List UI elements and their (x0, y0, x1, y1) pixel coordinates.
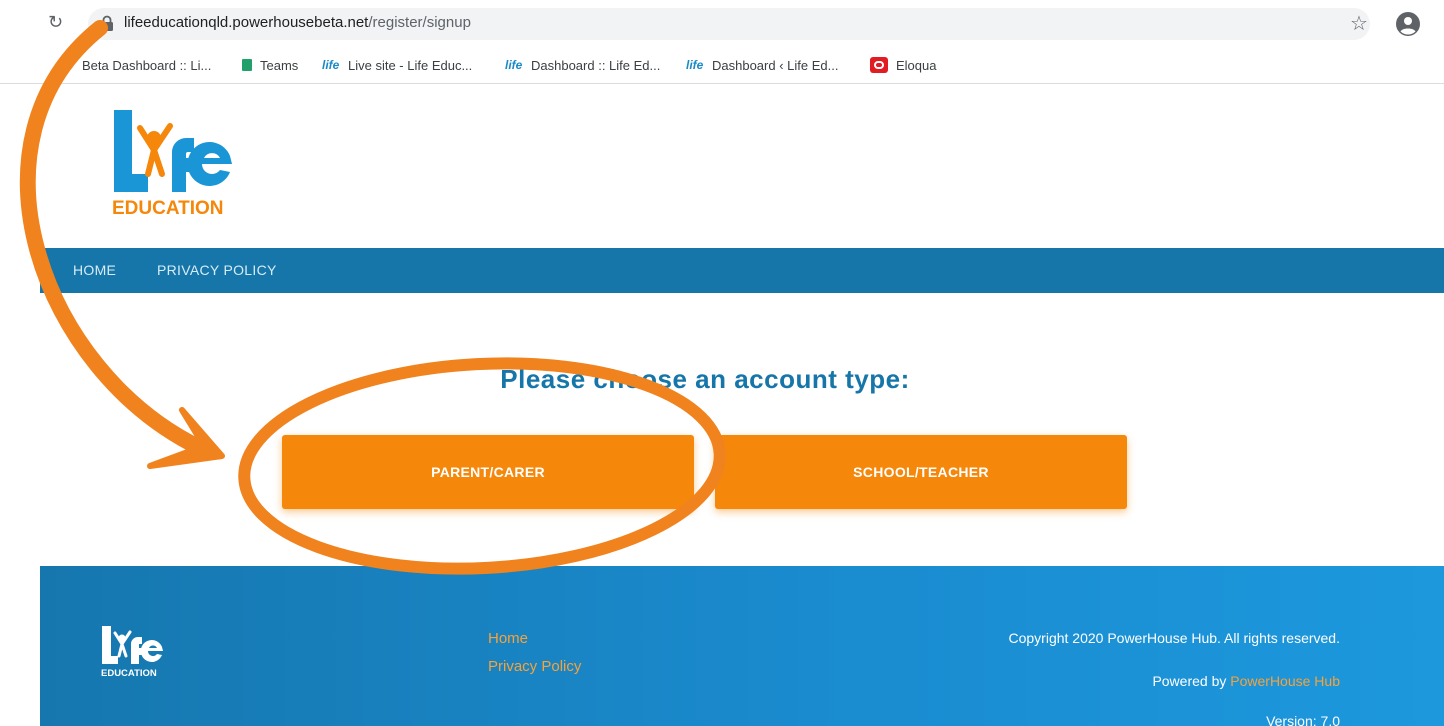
bookmark-dashboard-1[interactable]: life Dashboard :: Life Ed... (505, 55, 660, 75)
parent-carer-button[interactable]: PARENT/CARER (282, 435, 694, 509)
school-teacher-button[interactable]: SCHOOL/TEACHER (715, 435, 1127, 509)
footer-link-privacy-policy[interactable]: Privacy Policy (488, 658, 581, 675)
life-education-favicon: life (322, 58, 340, 72)
teams-favicon (242, 59, 252, 71)
bookmark-star-icon[interactable]: ☆ (1350, 11, 1368, 36)
bookmark-live-site[interactable]: life Live site - Life Educ... (322, 55, 472, 75)
life-education-favicon: life (686, 58, 704, 72)
bookmark-eloqua[interactable]: Eloqua (870, 55, 936, 75)
page-title: Please choose an account type: (500, 364, 910, 394)
url-domain: lifeeducationqld.powerhousebeta.net (124, 14, 369, 31)
site-footer (40, 566, 1444, 726)
footer-logo-sub: EDUCATION (101, 668, 157, 679)
lock-icon (101, 15, 113, 31)
bookmark-label: Live site - Life Educ... (348, 57, 473, 73)
browser-toolbar: ↻ lifeeducationqld.powerhousebeta.net/re… (0, 0, 1444, 48)
url-text[interactable]: lifeeducationqld.powerhousebeta.net/regi… (124, 14, 471, 31)
bookmark-teams[interactable]: Teams (238, 55, 298, 75)
footer-version: Version: 7.0 (1266, 713, 1340, 726)
footer-copyright: Copyright 2020 PowerHouse Hub. All right… (1008, 630, 1340, 646)
footer-link-home[interactable]: Home (488, 630, 528, 647)
powered-by-prefix: Powered by (1152, 673, 1227, 689)
logo-sub-text: EDUCATION (112, 198, 224, 218)
eloqua-favicon (870, 57, 888, 73)
bookmark-label: Dashboard ‹ Life Ed... (712, 57, 839, 73)
reload-icon[interactable]: ↻ (48, 12, 63, 33)
annotation-arrow-head (147, 407, 225, 469)
account-icon[interactable] (1396, 12, 1420, 36)
page: ↻ lifeeducationqld.powerhousebeta.net/re… (0, 0, 1444, 726)
bookmark-beta-dashboard[interactable]: life Beta Dashboard :: Li... (56, 55, 211, 75)
life-education-logo[interactable]: EDUCATION (110, 108, 238, 218)
footer-logo[interactable]: EDUCATION (100, 624, 164, 680)
life-education-favicon: life (56, 58, 74, 72)
url-path: /register/signup (368, 14, 471, 31)
bookmark-label: Beta Dashboard :: Li... (82, 57, 212, 73)
bookmark-label: Eloqua (896, 57, 937, 73)
bookmark-dashboard-2[interactable]: life Dashboard ‹ Life Ed... (686, 55, 838, 75)
life-education-favicon: life (505, 58, 523, 72)
nav-privacy-policy[interactable]: PRIVACY POLICY (157, 262, 277, 278)
footer-powered-by: Powered by PowerHouse Hub (1152, 673, 1340, 689)
nav-home[interactable]: HOME (73, 262, 116, 278)
bookmark-label: Teams (260, 57, 299, 73)
powerhouse-hub-link[interactable]: PowerHouse Hub (1230, 673, 1340, 689)
bookmark-label: Dashboard :: Life Ed... (531, 57, 661, 73)
